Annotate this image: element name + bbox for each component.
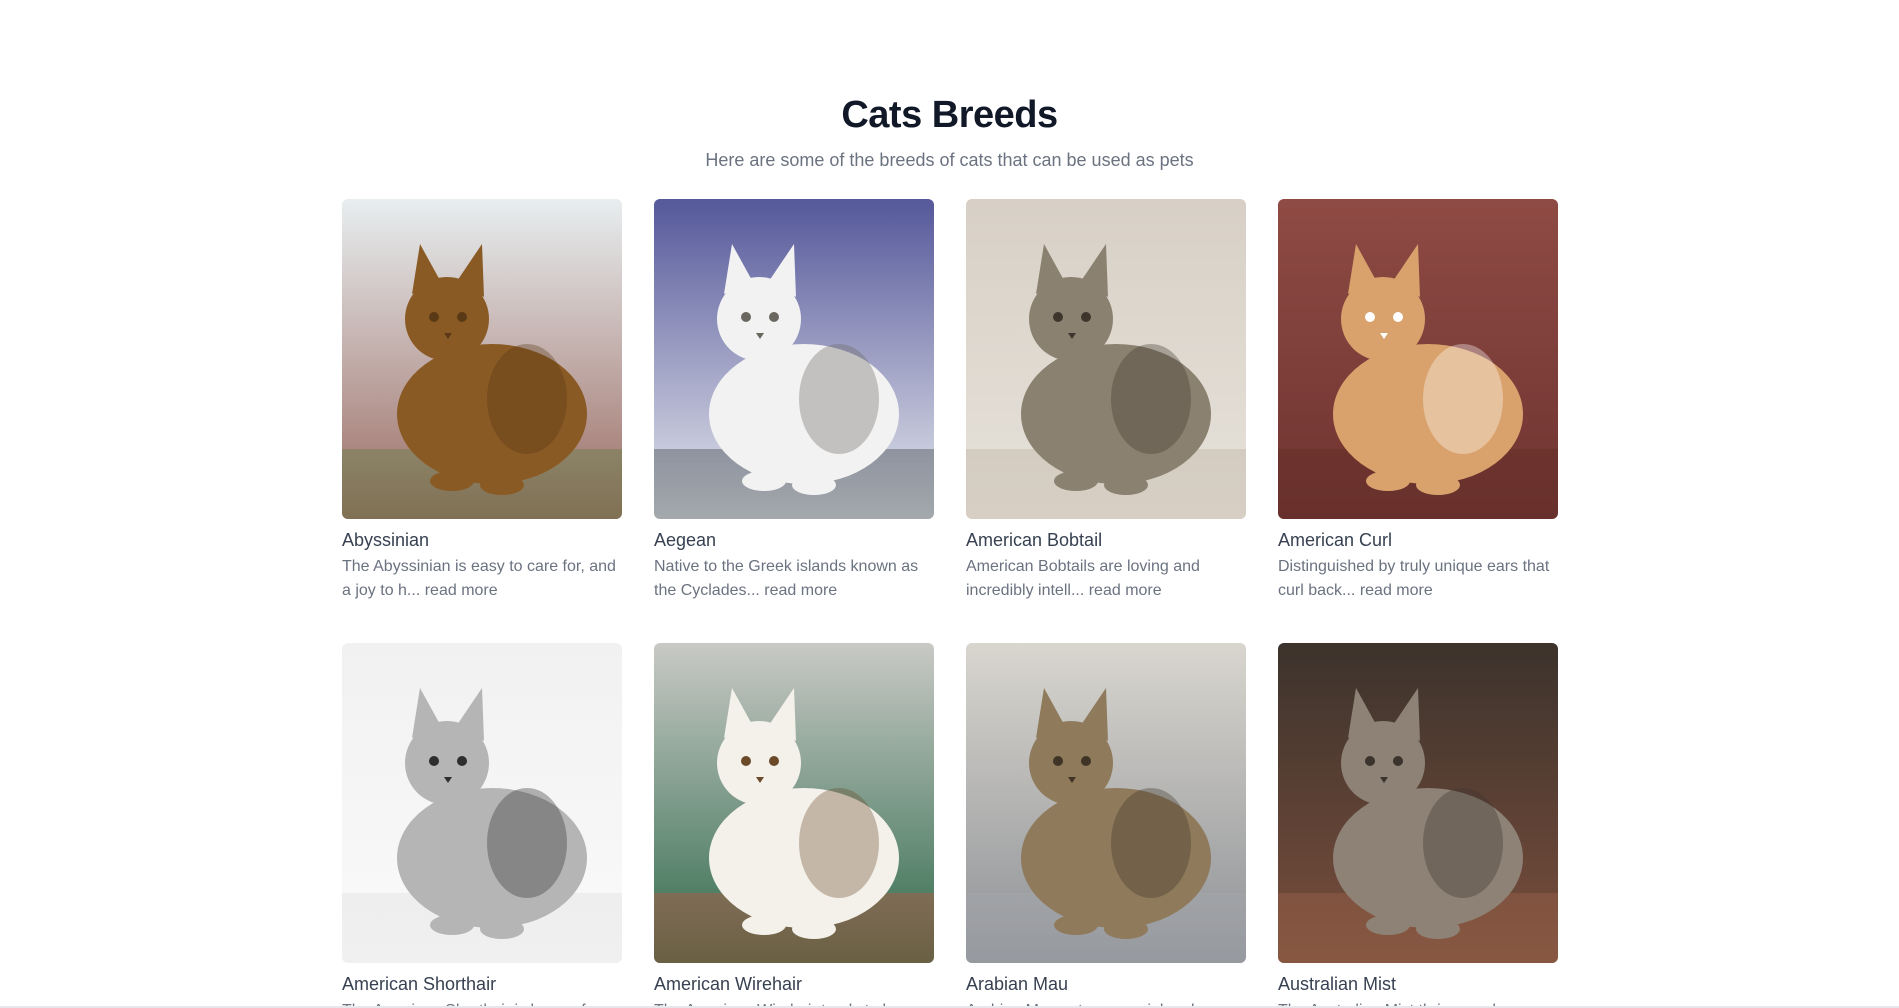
american-curl-cat-photo[interactable] xyxy=(1278,199,1558,519)
abyssinian-cat-photo[interactable] xyxy=(342,199,622,519)
breed-card[interactable]: Australian MistThe Australian Mist thriv… xyxy=(1278,643,1558,1008)
breed-description: The Abyssinian is easy to care for, and … xyxy=(342,555,622,603)
read-more-link[interactable]: read more xyxy=(1360,582,1433,599)
breed-name: American Bobtail xyxy=(966,530,1103,550)
breed-card[interactable]: Aegean Native to the Greek islands known … xyxy=(654,199,934,603)
read-more-link[interactable]: read more xyxy=(764,582,837,599)
breed-card[interactable]: American WirehairThe American Wirehair t… xyxy=(654,643,934,1008)
breed-card[interactable]: American ShorthairThe American Shorthair… xyxy=(342,643,622,1008)
american-shorthair-cat-photo[interactable] xyxy=(342,643,622,963)
american-wirehair-cat-photo[interactable] xyxy=(654,643,934,963)
breed-card[interactable]: Arabian MauArabian Mau cats are social a… xyxy=(966,643,1246,1008)
breed-card[interactable]: Abyssinian The Abyssinian is easy to care… xyxy=(342,199,622,603)
breed-name: Australian Mist xyxy=(1278,974,1397,994)
breed-description: American Bobtails are loving and incredi… xyxy=(966,555,1246,603)
page-header: Cats Breeds Here are some of the breeds … xyxy=(0,92,1899,172)
read-more-link[interactable]: read more xyxy=(1089,582,1162,599)
read-more-link[interactable]: read more xyxy=(425,582,498,599)
breed-card[interactable]: American Curl Distinguished by truly uniq… xyxy=(1278,199,1558,603)
breed-name: Aegean xyxy=(654,530,717,550)
page-title: Cats Breeds xyxy=(841,94,1058,136)
breed-name: American Curl xyxy=(1278,530,1393,550)
breed-description: Distinguished by truly unique ears that … xyxy=(1278,555,1558,603)
page-subtitle: Here are some of the breeds of cats that… xyxy=(705,150,1194,170)
american-bobtail-cat-photo[interactable] xyxy=(966,199,1246,519)
arabian-mau-cat-photo[interactable] xyxy=(966,643,1246,963)
breeds-page: Cats Breeds Here are some of the breeds … xyxy=(0,0,1899,1008)
breed-description: Native to the Greek islands known as the… xyxy=(654,555,934,603)
breed-name: American Shorthair xyxy=(342,974,497,994)
breed-description-text: American Bobtails are loving and incredi… xyxy=(966,558,1200,599)
breed-name: Arabian Mau xyxy=(966,974,1069,994)
breed-name: Abyssinian xyxy=(342,530,430,550)
australian-mist-cat-photo[interactable] xyxy=(1278,643,1558,963)
breed-card[interactable]: American Bobtail American Bobtails are lo… xyxy=(966,199,1246,603)
aegean-cat-photo[interactable] xyxy=(654,199,934,519)
breed-name: American Wirehair xyxy=(654,974,803,994)
breed-grid: Abyssinian The Abyssinian is easy to care… xyxy=(342,199,1559,1008)
